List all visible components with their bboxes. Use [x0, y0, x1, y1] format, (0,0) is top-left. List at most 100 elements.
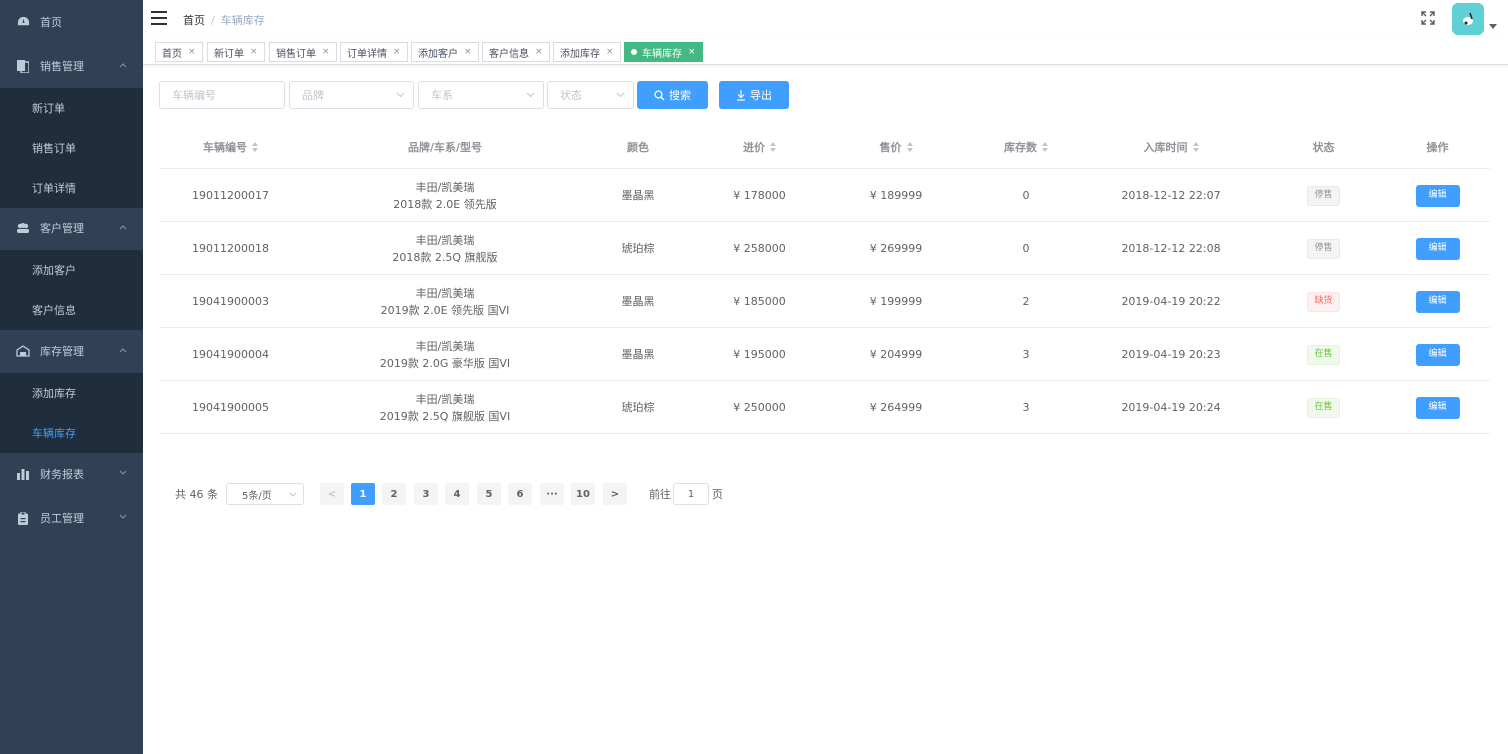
- sidebar-item-staff[interactable]: 员工管理: [0, 496, 143, 540]
- caret-down-icon[interactable]: [1489, 24, 1497, 30]
- sidebar-item-customer-info[interactable]: 客户信息: [0, 290, 143, 330]
- sidebar-item-inventory[interactable]: 库存管理: [0, 329, 143, 373]
- cell-status: 在售: [1251, 328, 1396, 381]
- edit-button[interactable]: 编辑: [1415, 396, 1460, 419]
- edit-button[interactable]: 编辑: [1415, 184, 1460, 207]
- tag-label: 销售订单: [276, 48, 316, 60]
- tag-add-inventory[interactable]: 添加库存 ×: [553, 42, 621, 62]
- vehicle-no-input[interactable]: 车辆编号: [159, 81, 285, 109]
- series-select[interactable]: 车系: [418, 81, 544, 109]
- sidebar-item-finance[interactable]: 财务报表: [0, 452, 143, 496]
- sidebar-item-sales[interactable]: 销售管理: [0, 44, 143, 88]
- page-button-6[interactable]: 6: [508, 483, 532, 505]
- col-price[interactable]: 售价: [831, 124, 961, 169]
- tag-customer-info[interactable]: 客户信息 ×: [482, 42, 550, 62]
- cell-action: 编辑: [1396, 275, 1479, 328]
- page-ellipsis-button[interactable]: ···: [540, 483, 564, 505]
- sidebar-item-order-details[interactable]: 订单详情: [0, 168, 143, 208]
- page-button-10[interactable]: 10: [571, 483, 595, 505]
- sidebar-item-customer[interactable]: 客户管理: [0, 206, 143, 250]
- cell-cost: ¥ 195000: [733, 348, 786, 361]
- sidebar-item-label: 员工管理: [40, 512, 84, 525]
- col-label: 操作: [1426, 140, 1449, 154]
- col-stock[interactable]: 库存数: [961, 124, 1091, 169]
- page-button-5[interactable]: 5: [477, 483, 501, 505]
- status-select[interactable]: 状态: [547, 81, 634, 109]
- sort-icon[interactable]: [770, 141, 776, 152]
- tag-sales-orders[interactable]: 销售订单 ×: [269, 42, 337, 62]
- tag-vehicle-inventory[interactable]: 车辆库存 ×: [624, 42, 703, 62]
- sort-icon[interactable]: [906, 141, 913, 152]
- sidebar-item-add-inventory[interactable]: 添加库存: [0, 373, 143, 413]
- search-button[interactable]: 搜索: [637, 81, 708, 109]
- table-row: 19041900004 丰田/凯美瑞 2019款 2.0G 豪华版 国VI 墨晶黑…: [159, 328, 1490, 381]
- page-size-select[interactable]: 5条/页: [226, 483, 304, 505]
- tag-label: 新订单: [214, 48, 244, 60]
- close-icon[interactable]: ×: [188, 47, 196, 57]
- tag-add-customer[interactable]: 添加客户 ×: [411, 42, 479, 62]
- tag-order-details[interactable]: 订单详情 ×: [340, 42, 408, 62]
- cell-model: 丰田/凯美瑞 2018款 2.5Q 旗舰版: [302, 222, 588, 275]
- col-label: 入库时间: [1143, 140, 1188, 154]
- page-button-1[interactable]: 1: [351, 483, 375, 505]
- close-icon[interactable]: ×: [606, 47, 614, 57]
- pagination-page-label: 页: [712, 488, 723, 501]
- col-action: 操作: [1396, 124, 1479, 169]
- chevron-down-icon: [616, 92, 625, 98]
- col-label: 品牌/车系/型号: [407, 140, 483, 154]
- page-button-2[interactable]: 2: [382, 483, 406, 505]
- cell-color: 琥珀棕: [621, 242, 655, 255]
- cell-time: 2019-04-19 20:23: [1121, 348, 1221, 361]
- pagination-goto-label: 前往: [649, 488, 671, 501]
- cell-stock: 3: [1022, 401, 1030, 414]
- close-icon[interactable]: ×: [464, 47, 472, 57]
- avatar[interactable]: [1452, 3, 1484, 35]
- page-size-value: 5条/页: [242, 490, 272, 502]
- prev-page-button[interactable]: <: [320, 483, 344, 505]
- close-icon[interactable]: ×: [535, 47, 543, 57]
- close-icon[interactable]: ×: [393, 47, 401, 57]
- page-button-4[interactable]: 4: [445, 483, 469, 505]
- table-row: 19041900003 丰田/凯美瑞 2019款 2.0E 领先版 国VI 墨晶黑…: [159, 275, 1490, 328]
- brand-select[interactable]: 品牌: [289, 81, 414, 109]
- edit-button[interactable]: 编辑: [1415, 343, 1460, 366]
- cell-cost: ¥ 185000: [733, 295, 786, 308]
- sidebar-item-home[interactable]: 首页: [0, 0, 143, 44]
- close-icon[interactable]: ×: [322, 47, 330, 57]
- col-vehicle-no[interactable]: 车辆编号: [159, 124, 302, 169]
- cell-price: ¥ 269999: [869, 242, 923, 255]
- export-button[interactable]: 导出: [719, 81, 789, 109]
- model-line: 2018款 2.0E 领先版: [393, 197, 497, 211]
- cell-action: 编辑: [1396, 328, 1479, 381]
- edit-button[interactable]: 编辑: [1415, 290, 1460, 313]
- breadcrumb-separator: /: [211, 14, 215, 27]
- cell-vehicle-no: 19011200017: [192, 189, 269, 202]
- table-header: 车辆编号 品牌/车系/型号 颜色 进价 售价 库存数 入库时间 状态 操作: [159, 124, 1490, 169]
- cell-action: 编辑: [1396, 169, 1479, 222]
- tag-label: 添加库存: [560, 48, 600, 60]
- sort-icon[interactable]: [1192, 141, 1199, 152]
- sort-icon[interactable]: [252, 141, 258, 152]
- col-time[interactable]: 入库时间: [1091, 124, 1251, 169]
- hamburger-menu-icon[interactable]: [151, 11, 167, 25]
- close-icon[interactable]: ×: [250, 47, 258, 57]
- tag-label: 订单详情: [347, 48, 387, 60]
- goto-page-input[interactable]: 1: [673, 483, 709, 505]
- col-label: 车辆编号: [203, 140, 247, 154]
- edit-button[interactable]: 编辑: [1415, 237, 1460, 260]
- sidebar-item-vehicle-inventory[interactable]: 车辆库存: [0, 413, 143, 453]
- tag-new-order[interactable]: 新订单 ×: [207, 42, 265, 62]
- sidebar-item-add-customer[interactable]: 添加客户: [0, 250, 143, 290]
- page-button-3[interactable]: 3: [414, 483, 438, 505]
- close-icon[interactable]: ×: [688, 47, 696, 57]
- tag-home[interactable]: 首页 ×: [155, 42, 203, 62]
- sort-icon[interactable]: [1042, 141, 1048, 152]
- sidebar-item-sales-orders[interactable]: 销售订单: [0, 128, 143, 168]
- breadcrumb-home[interactable]: 首页: [183, 14, 205, 27]
- sidebar-item-new-order[interactable]: 新订单: [0, 88, 143, 128]
- fullscreen-icon[interactable]: [1421, 11, 1435, 25]
- next-page-button[interactable]: >: [603, 483, 627, 505]
- breadcrumb: 首页 / 车辆库存: [183, 12, 265, 28]
- export-button-label: 导出: [750, 89, 772, 102]
- col-cost[interactable]: 进价: [688, 124, 831, 169]
